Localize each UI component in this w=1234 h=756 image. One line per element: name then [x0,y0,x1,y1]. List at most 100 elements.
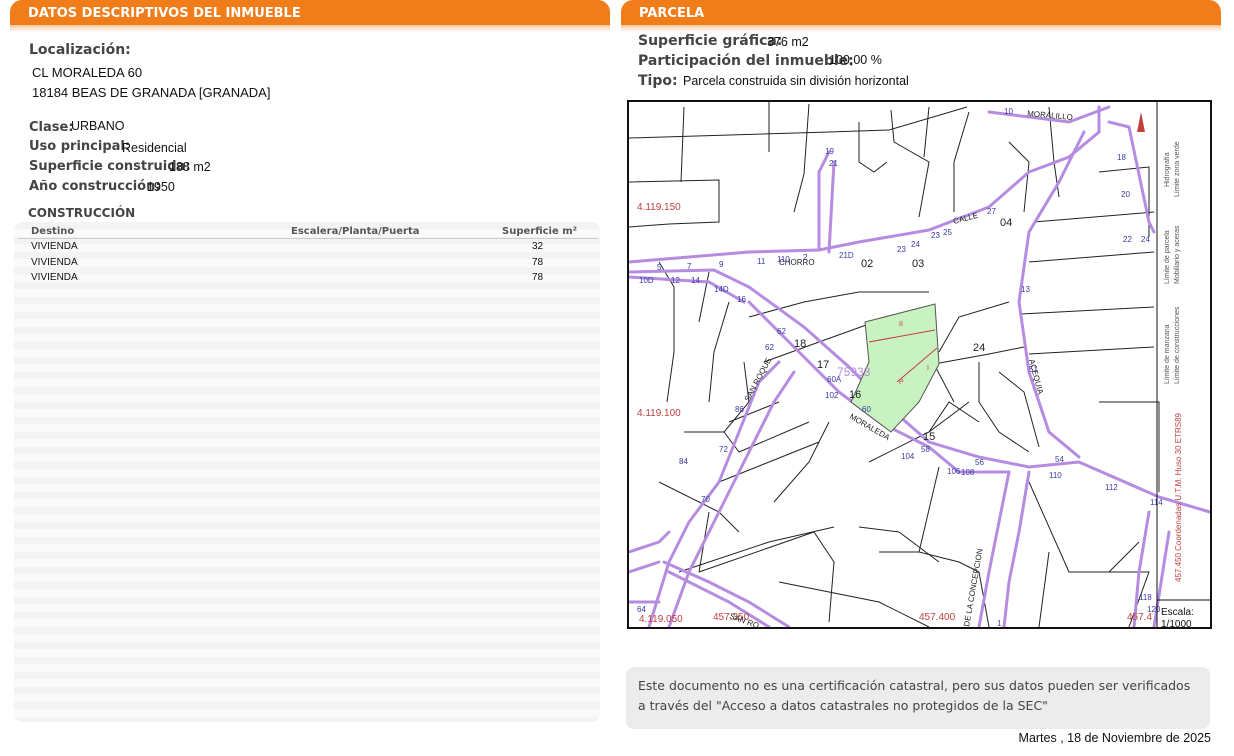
address-number: 2 [803,253,808,262]
address-number: 51 [1029,365,1038,374]
clase-label: Clase: [29,120,74,135]
table-row-superficie: 32 [532,241,544,252]
address-number: 7 [687,262,692,271]
address-number: 58 [921,445,930,454]
subunit-label: P [899,379,904,386]
anio-label: Año construcción: [29,179,161,194]
address-number: 120 [1147,605,1161,614]
header-shadow [621,25,1221,32]
address-number: 110 [1049,471,1062,480]
parcel-number: 02 [861,258,873,270]
address-number: 16 [737,295,746,304]
uso-label: Uso principal: [29,139,131,154]
address-number: 108 [961,468,975,477]
address-number: 21 [829,159,838,168]
cadastral-map: 4.119.150 4.119.100 4.119.050 457.350 45… [627,100,1212,629]
coord-note: 457.450 Coordenadas U.T.M. Huso 30 ETRS8… [1174,412,1183,582]
panel-header-datos: DATOS DESCRIPTIVOS DEL INMUEBLE [10,0,610,25]
address-number: 118 [1139,593,1152,602]
street-name: CALLE [952,211,979,226]
address-number: 11 [757,257,766,266]
address-number: 14 [691,276,700,285]
parcel-number: 03 [912,258,924,270]
parcel-number: 15 [923,431,935,443]
superficie-value: 188 m2 [169,160,211,174]
north-arrow-icon [1137,112,1145,132]
parcel-ref: 75933 [837,365,871,379]
address-number: 25 [943,228,952,237]
parcel-number: 16 [849,389,861,401]
map-svg: 4.119.150 4.119.100 4.119.050 457.350 45… [629,102,1210,627]
table-row-destino: VIVIENDA [31,272,78,283]
uso-value: Residencial [122,141,187,155]
anio-value: 1950 [147,180,175,194]
address-number: 60A [827,375,842,384]
address-number: 19 [825,147,834,156]
coord-label: 4.119.150 [637,202,681,213]
parcel-number: 18 [794,338,806,350]
map-legend: Hidrografía Límite zona verde Límite de … [1164,141,1181,384]
coord-label: 457.400 [919,612,956,623]
legend-item: Límite zona verde [1174,141,1181,197]
address-number: 56 [975,458,984,467]
address-number: 10D [639,276,654,285]
address-number: 110 [777,255,790,264]
address-number: 5 [657,263,662,272]
address-number: 20 [1121,190,1130,199]
table-row-destino: VIVIENDA [31,257,78,268]
address-number: 64 [637,605,646,614]
construccion-table [14,222,600,722]
address-number: 54 [1055,455,1064,464]
scale-value: 1/1000 [1161,619,1192,627]
address-number: 23 [931,231,940,240]
address-number: 24 [911,240,920,249]
address-number: 12 [671,276,680,285]
parcel-number: 04 [1000,217,1012,229]
clase-value: URBANO [71,119,125,133]
th-superficie: Superficie m² [502,226,578,237]
address-number: 27 [987,207,996,216]
address-number: 22 [1123,235,1132,244]
address-number: 62 [777,327,786,336]
scale-label: Escala: [1161,607,1194,618]
legend-item: Mobiliario y aceras [1174,225,1181,284]
address-number: 13 [1021,285,1030,294]
superficie-label: Superficie construida: [29,159,191,174]
document-date: Martes , 18 de Noviembre de 2025 [1018,731,1211,745]
coord-label: 4.119.100 [637,408,681,419]
address-number: 102 [825,391,839,400]
street-name: SAN ROQUE [743,356,773,403]
legend-item: Límite de construcciones [1174,306,1181,384]
th-destino: Destino [31,226,75,237]
address-number: 9 [719,260,724,269]
address-number: 112 [1105,483,1118,492]
disclaimer-notice: Este documento no es una certificación c… [626,667,1210,729]
subunit-label: II [899,321,903,328]
address-line1: CL MORALEDA 60 [32,65,143,80]
table-row-destino: VIVIENDA [31,241,78,252]
table-header-divider [18,238,598,239]
address-number: 21D [839,251,854,260]
legend-item: Hidrografía [1164,152,1171,187]
participacion-label: Participación del inmueble: [638,53,854,69]
tipo-value: Parcela construida sin división horizont… [683,74,909,88]
address-number: 86 [735,405,744,414]
table-row-superficie: 78 [532,272,544,283]
subunit-label: I [927,365,929,372]
address-number: 70 [701,495,710,504]
address-number: 23 [897,245,906,254]
address-number: 14D [714,285,729,294]
th-escalera: Escalera/Planta/Puerta [291,226,420,237]
coord-label: 4.119.050 [639,614,683,625]
address-number: 84 [679,457,688,466]
panel-header-parcela: PARCELA [621,0,1221,25]
parcel-number: 24 [973,342,985,354]
address-number: 104 [901,452,915,461]
legend-item: Límite de manzana [1164,324,1171,384]
superficie-grafica-value: 376 m2 [767,35,809,49]
construccion-title: CONSTRUCCIÓN [28,206,136,220]
address-number: 1 [997,619,1002,627]
address-number: 72 [719,445,728,454]
address-number: 24 [1141,235,1150,244]
participacion-value: 100,00 % [829,53,882,67]
